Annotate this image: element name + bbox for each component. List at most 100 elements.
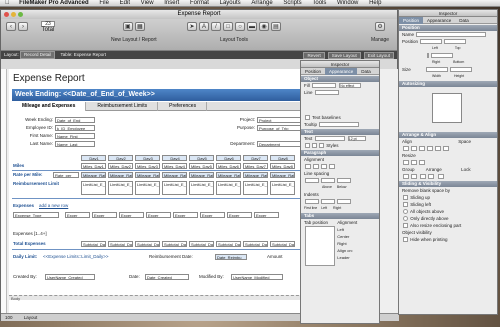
below-field[interactable]: [337, 178, 351, 184]
menu-window[interactable]: Window: [337, 0, 358, 6]
all-above-radio[interactable]: [403, 209, 408, 215]
apple-icon[interactable]: : [5, 0, 10, 6]
day-header[interactable]: Day3: [135, 155, 160, 161]
miles-cell[interactable]: Miles_Day6: [216, 163, 241, 169]
reimb-cell[interactable]: LimitList_E_Test: [135, 181, 160, 195]
resize-width-icon[interactable]: [419, 160, 425, 166]
align-right-icon[interactable]: [321, 164, 327, 170]
resize-smallest-icon[interactable]: [403, 160, 409, 166]
inspector-title[interactable]: Inspector: [301, 61, 379, 68]
right-indent-field[interactable]: [337, 199, 351, 205]
miles-cell[interactable]: Miles_Day8: [270, 163, 295, 169]
send-back-icon[interactable]: [428, 174, 435, 180]
subtotal-cell[interactable]: Subtotal_Day1: [81, 241, 106, 247]
tab-mileage-expenses[interactable]: Mileage and Expenses: [12, 102, 87, 111]
tab-left-option[interactable]: Left: [337, 226, 353, 233]
tab-reimbursement-limits[interactable]: Reimbursement Limits: [87, 102, 159, 111]
revert-button[interactable]: Revert: [303, 52, 325, 59]
sliding-up-checkbox[interactable]: [403, 195, 408, 201]
expense-cell[interactable]: Exper: [146, 212, 171, 218]
day-header[interactable]: Day6: [216, 155, 241, 161]
mileage-cell[interactable]: Mileage_Rate: [216, 172, 241, 178]
group-icon[interactable]: [403, 174, 409, 180]
expense-cell[interactable]: Exper: [200, 212, 225, 218]
data-field[interactable]: Department: [257, 141, 301, 147]
width-field[interactable]: [426, 67, 449, 73]
new-layout-icon[interactable]: ▣: [122, 22, 133, 31]
miles-cell[interactable]: Miles_Day5: [189, 163, 214, 169]
subtotal-cell[interactable]: Subtotal_Day8: [270, 241, 295, 247]
above-field[interactable]: [321, 178, 335, 184]
subtotal-cell[interactable]: Subtotal_Day4: [162, 241, 187, 247]
fill-dropdown[interactable]: [312, 83, 337, 89]
underline-icon[interactable]: [319, 143, 324, 149]
miles-cell[interactable]: Miles_Day7: [243, 163, 268, 169]
rectangle-tool-icon[interactable]: □: [223, 22, 233, 31]
effect-dropdown[interactable]: No effect: [339, 83, 362, 89]
add-row-link[interactable]: add a new row: [39, 203, 68, 208]
tab-data[interactable]: Data: [357, 68, 375, 75]
inspector-title-right[interactable]: Inspector: [399, 10, 497, 17]
close-icon[interactable]: [4, 12, 9, 17]
layout-dropdown[interactable]: Record Detail: [20, 51, 56, 59]
expense-cell[interactable]: Exper: [65, 212, 90, 218]
tab-data-right[interactable]: Data: [455, 17, 473, 24]
subtotal-cell[interactable]: Subtotal_Day2: [108, 241, 133, 247]
bottom-field[interactable]: [431, 53, 453, 59]
day-header[interactable]: Day4: [162, 155, 187, 161]
mileage-cell[interactable]: Mileage_Rate: [270, 172, 295, 178]
expense-cell[interactable]: Exper: [254, 212, 279, 218]
layout-page[interactable]: Expense Report Week Ending: <<Date_of_En…: [9, 69, 309, 313]
align-right-edges-icon[interactable]: [419, 146, 425, 152]
reimb-cell[interactable]: LimitList_E_Test: [243, 181, 268, 195]
tab-preferences[interactable]: Preferences: [159, 102, 208, 111]
tab-appearance-right[interactable]: Appearance: [423, 17, 455, 24]
miles-cell[interactable]: Miles_Day2: [108, 163, 133, 169]
expense-type-field[interactable]: Expense_Type: [13, 212, 59, 218]
subtotal-cell[interactable]: Subtotal_Day3: [135, 241, 160, 247]
reimb-cell[interactable]: LimitList_E_Test: [81, 181, 106, 195]
bold-icon[interactable]: [305, 143, 310, 149]
subtotal-cell[interactable]: Subtotal_Day7: [243, 241, 268, 247]
menu-view[interactable]: View: [141, 0, 154, 6]
text-tool-icon[interactable]: A: [199, 22, 209, 31]
mileage-cell[interactable]: Mileage_Rate: [243, 172, 268, 178]
zoom-icon[interactable]: [18, 12, 23, 17]
layout-setup-icon[interactable]: ▦: [134, 22, 145, 31]
day-header[interactable]: Day8: [270, 155, 295, 161]
data-field[interactable]: k_ID_Employee: [55, 125, 95, 131]
left-field[interactable]: [420, 39, 443, 45]
day-header[interactable]: Day2: [108, 155, 133, 161]
next-layout-button[interactable]: ›: [18, 22, 28, 31]
data-field[interactable]: Purpose_of_Trip: [257, 125, 301, 131]
line-tool-icon[interactable]: /: [211, 22, 221, 31]
save-layout-button[interactable]: Save Layout: [327, 52, 361, 59]
hide-printing-checkbox[interactable]: [403, 237, 408, 243]
week-ending-header[interactable]: Week Ending: <<Date_of_End_of_Week>>: [12, 89, 307, 101]
align-left-edges-icon[interactable]: [403, 146, 409, 152]
tab-list[interactable]: [305, 226, 335, 266]
subtotal-cell[interactable]: Subtotal_Day5: [189, 241, 214, 247]
italic-icon[interactable]: [312, 143, 317, 149]
daily-limit-value[interactable]: <<Expense Limits::Limit_Daily>>: [43, 254, 109, 259]
menu-help[interactable]: Help: [369, 0, 381, 6]
day-header[interactable]: Day7: [243, 155, 268, 161]
menu-app-name[interactable]: FileMaker Pro Advanced: [19, 0, 88, 6]
date-created-field[interactable]: Date_Created: [145, 274, 189, 280]
body-part-label[interactable]: Body: [9, 295, 309, 301]
day-header[interactable]: Day1: [81, 155, 106, 161]
reimb-cell[interactable]: LimitList_E_Test: [108, 181, 133, 195]
expense-cell[interactable]: Exper: [173, 212, 198, 218]
zoom-level[interactable]: 100: [5, 315, 13, 320]
also-resize-checkbox[interactable]: [403, 223, 408, 229]
tab-align-on-option[interactable]: Align on:: [337, 247, 353, 254]
menu-tools[interactable]: Tools: [312, 0, 326, 6]
line-dropdown[interactable]: [314, 90, 339, 96]
created-by-field[interactable]: UserName_Created: [45, 274, 95, 280]
data-field[interactable]: Date_of_End: [55, 117, 95, 123]
miles-cell[interactable]: Miles_Day1: [81, 163, 106, 169]
font-size-field[interactable]: 12 pt: [347, 136, 366, 142]
data-field[interactable]: Name_First: [55, 133, 95, 139]
day-header[interactable]: Day5: [189, 155, 214, 161]
align-top-edges-icon[interactable]: [427, 146, 433, 152]
